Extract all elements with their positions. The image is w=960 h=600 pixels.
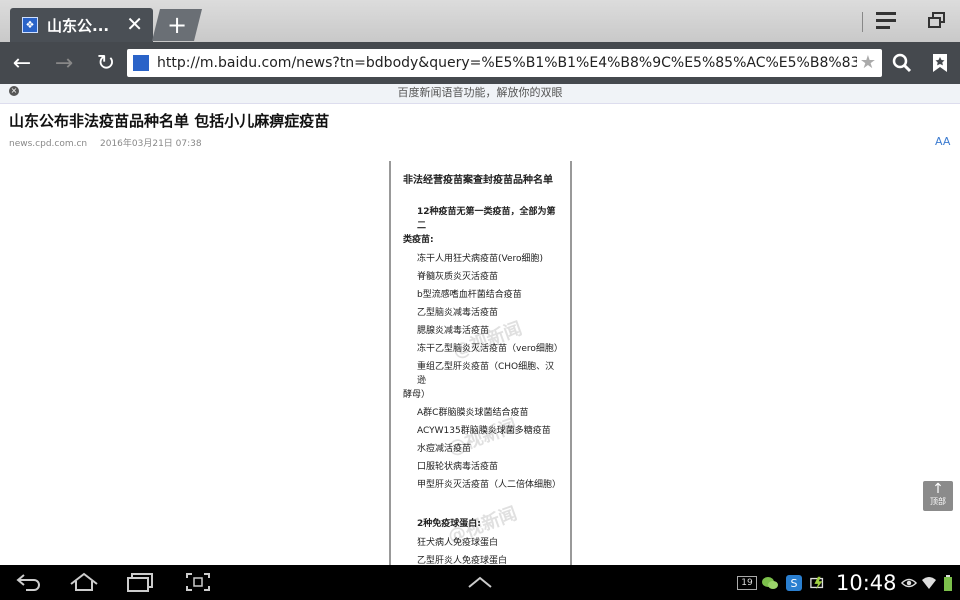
back-to-top-label: 顶部 [930, 497, 946, 506]
font-size-button[interactable]: AA [935, 135, 950, 148]
list-item: 脊髓灰质炎灭活疫苗 [417, 272, 499, 282]
notice-text[interactable]: 百度新闻语音功能，解放你的双眼 [398, 86, 563, 99]
list-item: 口服轮状病毒活疫苗 [417, 462, 499, 472]
article-image: 非法经营疫苗案查封疫苗品种名单 12种疫苗无第一类疫苗，全部为第二 类疫苗: 冻… [389, 161, 572, 566]
watermark: @视新闻 [450, 318, 525, 363]
notification-count-badge[interactable]: 19 [737, 576, 757, 590]
forward-icon[interactable]: → [44, 42, 84, 84]
image-title: 非法经营疫苗案查封疫苗品种名单 [403, 175, 553, 186]
screenshot-icon[interactable] [178, 568, 218, 596]
home-icon[interactable] [64, 568, 104, 596]
list-item: 甲型肝炎灭活疫苗（人二倍体细胞） [417, 480, 562, 490]
svg-text:S: S [791, 577, 798, 590]
list-item: 乙型脑炎减毒活疫苗 [417, 308, 499, 318]
list-item: A群C群脑膜炎球菌结合疫苗 [417, 408, 529, 418]
address-bar[interactable]: http://m.baidu.com/news?tn=bdbody&query=… [127, 49, 882, 77]
battery-icon [940, 575, 956, 591]
up-chevron-icon[interactable] [460, 568, 500, 596]
article-source: news.cpd.com.cn [9, 139, 88, 149]
recents-icon[interactable] [120, 568, 160, 596]
close-notice-icon[interactable]: × [9, 86, 19, 96]
divider [862, 12, 863, 32]
wifi-icon [921, 575, 937, 591]
list-item: 重组乙型肝炎疫苗（CHO细胞、汉逊 [417, 362, 555, 386]
list-item-cont: 酵母） [403, 390, 431, 400]
url-text[interactable]: http://m.baidu.com/news?tn=bdbody&query=… [157, 55, 857, 71]
browser-tab[interactable]: ❖ 山东公... ✕ [10, 8, 153, 42]
tab-title: 山东公... [47, 16, 110, 35]
back-icon[interactable] [9, 568, 49, 596]
section-heading-cont: 类疫苗: [403, 235, 434, 245]
tab-strip: ❖ 山东公... ✕ + [0, 0, 960, 42]
eye-icon [901, 575, 917, 591]
star-icon[interactable]: ★ [860, 52, 876, 73]
back-icon[interactable]: ← [2, 42, 42, 84]
baidu-favicon-icon [133, 55, 149, 71]
article-headline: 山东公布非法疫苗品种名单 包括小儿麻痹症疫苗 [9, 112, 330, 130]
article-meta: news.cpd.com.cn 2016年03月21日 07:38 [9, 136, 212, 149]
arrow-up-icon: ↑ [932, 481, 944, 497]
section-heading: 12种疫苗无第一类疫苗，全部为第二 [417, 207, 556, 231]
windows-icon[interactable] [928, 12, 948, 30]
battery-charge-icon [810, 575, 826, 591]
search-icon[interactable] [882, 42, 922, 84]
plus-icon: + [166, 11, 188, 39]
list-item: 狂犬病人免疫球蛋白 [417, 538, 499, 548]
new-tab-button[interactable]: + [152, 9, 202, 41]
reload-icon[interactable]: ↻ [86, 42, 126, 84]
list-item: b型流感嗜血杆菌结合疫苗 [417, 290, 522, 300]
notice-bar: × 百度新闻语音功能，解放你的双眼 [0, 84, 960, 104]
back-to-top-button[interactable]: ↑ 顶部 [923, 481, 953, 511]
article-time: 2016年03月21日 07:38 [100, 139, 202, 149]
close-tab-icon[interactable]: ✕ [126, 13, 143, 35]
list-item: 冻干人用狂犬病疫苗(Vero细胞) [417, 254, 544, 264]
app-s-icon[interactable]: S [786, 575, 802, 591]
wechat-icon[interactable] [762, 575, 778, 591]
baidu-favicon-icon: ❖ [22, 17, 38, 33]
clock: 10:48 [836, 571, 897, 595]
menu-icon[interactable] [876, 12, 900, 32]
bookmark-icon[interactable] [920, 42, 960, 84]
